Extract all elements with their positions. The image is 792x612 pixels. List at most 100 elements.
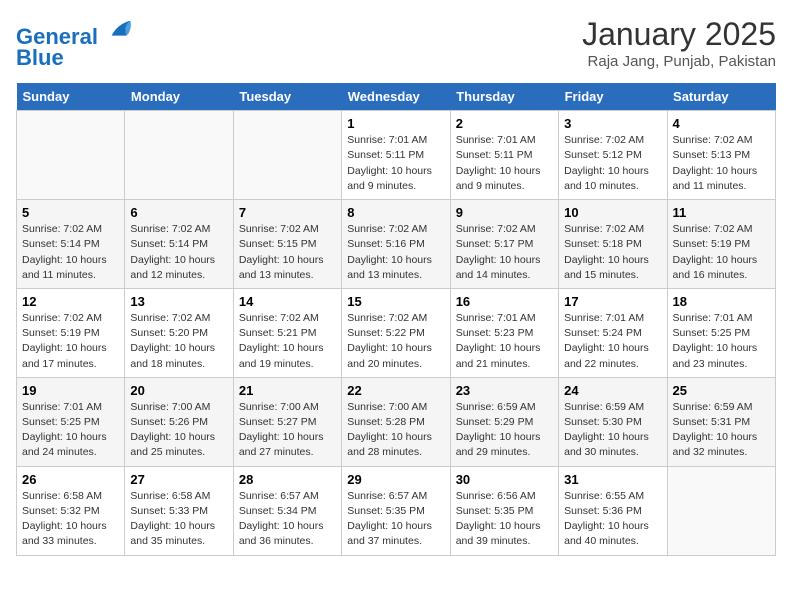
day-number: 18 xyxy=(673,294,770,309)
day-number: 11 xyxy=(673,205,770,220)
calendar-day-cell: 9 Sunrise: 7:02 AM Sunset: 5:17 PM Daylig… xyxy=(450,200,558,289)
calendar-day-cell: 29 Sunrise: 6:57 AM Sunset: 5:35 PM Dayli… xyxy=(342,466,450,555)
logo-bird-icon xyxy=(106,16,134,44)
day-info: Sunrise: 7:00 AM Sunset: 5:27 PM Dayligh… xyxy=(239,400,336,461)
day-number: 27 xyxy=(130,472,227,487)
day-number: 15 xyxy=(347,294,444,309)
day-number: 24 xyxy=(564,383,661,398)
day-info: Sunrise: 6:58 AM Sunset: 5:33 PM Dayligh… xyxy=(130,489,227,550)
weekday-header-row: SundayMondayTuesdayWednesdayThursdayFrid… xyxy=(17,83,776,111)
day-number: 21 xyxy=(239,383,336,398)
calendar-day-cell: 16Sunrise: 7:01 AM Sunset: 5:23 PM Dayli… xyxy=(450,288,558,377)
day-number: 17 xyxy=(564,294,661,309)
weekday-header-saturday: Saturday xyxy=(667,83,775,111)
day-number: 14 xyxy=(239,294,336,309)
day-number: 13 xyxy=(130,294,227,309)
day-number: 7 xyxy=(239,205,336,220)
calendar-day-cell: 10Sunrise: 7:02 AM Sunset: 5:18 PM Dayli… xyxy=(559,200,667,289)
calendar-day-cell: 25Sunrise: 6:59 AM Sunset: 5:31 PM Dayli… xyxy=(667,377,775,466)
day-info: Sunrise: 7:01 AM Sunset: 5:25 PM Dayligh… xyxy=(673,311,770,372)
day-info: Sunrise: 7:02 AM Sunset: 5:14 PM Dayligh… xyxy=(130,222,227,283)
calendar-day-cell: 22 Sunrise: 7:00 AM Sunset: 5:28 PM Dayli… xyxy=(342,377,450,466)
calendar-day-cell: 5Sunrise: 7:02 AM Sunset: 5:14 PM Daylig… xyxy=(17,200,125,289)
calendar-day-cell: 3 Sunrise: 7:02 AM Sunset: 5:12 PM Daylig… xyxy=(559,111,667,200)
day-info: Sunrise: 7:01 AM Sunset: 5:11 PM Dayligh… xyxy=(456,133,553,194)
day-number: 19 xyxy=(22,383,119,398)
day-number: 20 xyxy=(130,383,227,398)
calendar-day-cell: 4 Sunrise: 7:02 AM Sunset: 5:13 PM Daylig… xyxy=(667,111,775,200)
weekday-header-tuesday: Tuesday xyxy=(233,83,341,111)
calendar-week-row: 26Sunrise: 6:58 AM Sunset: 5:32 PM Dayli… xyxy=(17,466,776,555)
logo: General Blue xyxy=(16,16,134,71)
day-number: 29 xyxy=(347,472,444,487)
calendar-day-cell: 26Sunrise: 6:58 AM Sunset: 5:32 PM Dayli… xyxy=(17,466,125,555)
day-number: 22 xyxy=(347,383,444,398)
calendar-day-cell xyxy=(17,111,125,200)
calendar-day-cell: 31 Sunrise: 6:55 AM Sunset: 5:36 PM Dayli… xyxy=(559,466,667,555)
calendar-day-cell: 7 Sunrise: 7:02 AM Sunset: 5:15 PM Daylig… xyxy=(233,200,341,289)
day-number: 30 xyxy=(456,472,553,487)
calendar-week-row: 12 Sunrise: 7:02 AM Sunset: 5:19 PM Dayli… xyxy=(17,288,776,377)
weekday-header-sunday: Sunday xyxy=(17,83,125,111)
day-info: Sunrise: 7:01 AM Sunset: 5:25 PM Dayligh… xyxy=(22,400,119,461)
day-info: Sunrise: 7:02 AM Sunset: 5:19 PM Dayligh… xyxy=(22,311,119,372)
day-info: Sunrise: 7:02 AM Sunset: 5:14 PM Dayligh… xyxy=(22,222,119,283)
weekday-header-thursday: Thursday xyxy=(450,83,558,111)
day-info: Sunrise: 7:02 AM Sunset: 5:19 PM Dayligh… xyxy=(673,222,770,283)
day-info: Sunrise: 6:58 AM Sunset: 5:32 PM Dayligh… xyxy=(22,489,119,550)
day-info: Sunrise: 7:00 AM Sunset: 5:26 PM Dayligh… xyxy=(130,400,227,461)
weekday-header-wednesday: Wednesday xyxy=(342,83,450,111)
page-header: General Blue January 2025 Raja Jang, Pun… xyxy=(16,16,776,71)
title-block: January 2025 Raja Jang, Punjab, Pakistan xyxy=(582,16,776,70)
day-info: Sunrise: 6:59 AM Sunset: 5:30 PM Dayligh… xyxy=(564,400,661,461)
day-number: 1 xyxy=(347,116,444,131)
calendar-week-row: 1 Sunrise: 7:01 AM Sunset: 5:11 PM Daylig… xyxy=(17,111,776,200)
weekday-header-monday: Monday xyxy=(125,83,233,111)
day-info: Sunrise: 7:02 AM Sunset: 5:18 PM Dayligh… xyxy=(564,222,661,283)
day-info: Sunrise: 6:59 AM Sunset: 5:29 PM Dayligh… xyxy=(456,400,553,461)
day-info: Sunrise: 7:02 AM Sunset: 5:15 PM Dayligh… xyxy=(239,222,336,283)
day-info: Sunrise: 6:56 AM Sunset: 5:35 PM Dayligh… xyxy=(456,489,553,550)
day-number: 31 xyxy=(564,472,661,487)
day-info: Sunrise: 7:02 AM Sunset: 5:16 PM Dayligh… xyxy=(347,222,444,283)
calendar-subtitle: Raja Jang, Punjab, Pakistan xyxy=(582,53,776,70)
calendar-day-cell: 13 Sunrise: 7:02 AM Sunset: 5:20 PM Dayli… xyxy=(125,288,233,377)
calendar-day-cell: 19 Sunrise: 7:01 AM Sunset: 5:25 PM Dayli… xyxy=(17,377,125,466)
day-number: 12 xyxy=(22,294,119,309)
day-info: Sunrise: 7:02 AM Sunset: 5:12 PM Dayligh… xyxy=(564,133,661,194)
calendar-day-cell xyxy=(125,111,233,200)
calendar-day-cell: 24 Sunrise: 6:59 AM Sunset: 5:30 PM Dayli… xyxy=(559,377,667,466)
day-info: Sunrise: 7:00 AM Sunset: 5:28 PM Dayligh… xyxy=(347,400,444,461)
day-number: 23 xyxy=(456,383,553,398)
day-info: Sunrise: 6:57 AM Sunset: 5:35 PM Dayligh… xyxy=(347,489,444,550)
calendar-day-cell xyxy=(667,466,775,555)
day-number: 3 xyxy=(564,116,661,131)
calendar-day-cell: 27 Sunrise: 6:58 AM Sunset: 5:33 PM Dayli… xyxy=(125,466,233,555)
day-info: Sunrise: 7:02 AM Sunset: 5:20 PM Dayligh… xyxy=(130,311,227,372)
day-number: 9 xyxy=(456,205,553,220)
calendar-title: January 2025 xyxy=(582,16,776,53)
calendar-day-cell: 30 Sunrise: 6:56 AM Sunset: 5:35 PM Dayli… xyxy=(450,466,558,555)
day-info: Sunrise: 7:01 AM Sunset: 5:23 PM Dayligh… xyxy=(456,311,553,372)
calendar-day-cell: 15Sunrise: 7:02 AM Sunset: 5:22 PM Dayli… xyxy=(342,288,450,377)
day-number: 2 xyxy=(456,116,553,131)
calendar-day-cell: 28Sunrise: 6:57 AM Sunset: 5:34 PM Dayli… xyxy=(233,466,341,555)
calendar-day-cell: 11 Sunrise: 7:02 AM Sunset: 5:19 PM Dayli… xyxy=(667,200,775,289)
day-info: Sunrise: 7:02 AM Sunset: 5:17 PM Dayligh… xyxy=(456,222,553,283)
calendar-day-cell: 2 Sunrise: 7:01 AM Sunset: 5:11 PM Daylig… xyxy=(450,111,558,200)
day-info: Sunrise: 7:02 AM Sunset: 5:13 PM Dayligh… xyxy=(673,133,770,194)
calendar-day-cell: 21 Sunrise: 7:00 AM Sunset: 5:27 PM Dayli… xyxy=(233,377,341,466)
calendar-day-cell: 20 Sunrise: 7:00 AM Sunset: 5:26 PM Dayli… xyxy=(125,377,233,466)
day-info: Sunrise: 6:55 AM Sunset: 5:36 PM Dayligh… xyxy=(564,489,661,550)
calendar-day-cell: 12 Sunrise: 7:02 AM Sunset: 5:19 PM Dayli… xyxy=(17,288,125,377)
day-number: 28 xyxy=(239,472,336,487)
day-info: Sunrise: 7:01 AM Sunset: 5:24 PM Dayligh… xyxy=(564,311,661,372)
calendar-week-row: 5Sunrise: 7:02 AM Sunset: 5:14 PM Daylig… xyxy=(17,200,776,289)
calendar-day-cell: 8Sunrise: 7:02 AM Sunset: 5:16 PM Daylig… xyxy=(342,200,450,289)
day-info: Sunrise: 7:01 AM Sunset: 5:11 PM Dayligh… xyxy=(347,133,444,194)
weekday-header-friday: Friday xyxy=(559,83,667,111)
day-info: Sunrise: 6:59 AM Sunset: 5:31 PM Dayligh… xyxy=(673,400,770,461)
calendar-table: SundayMondayTuesdayWednesdayThursdayFrid… xyxy=(16,83,776,555)
day-number: 4 xyxy=(673,116,770,131)
day-number: 6 xyxy=(130,205,227,220)
